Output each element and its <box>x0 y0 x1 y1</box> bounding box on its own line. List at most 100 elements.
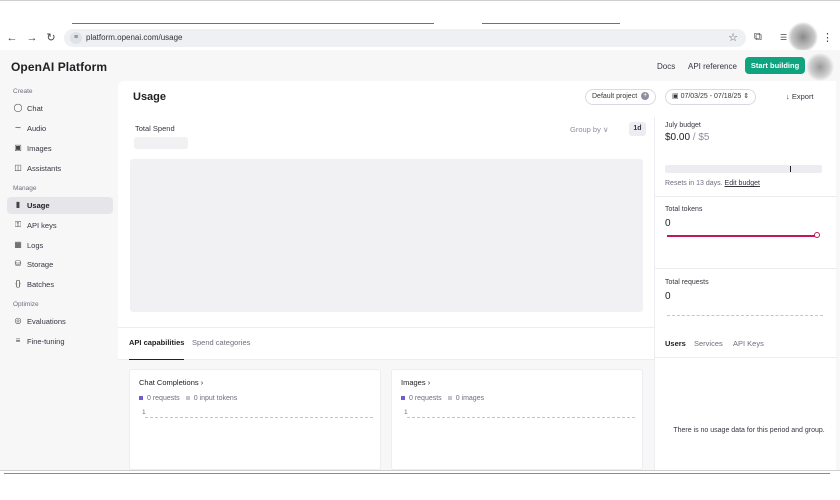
media-icon[interactable]: ☰ <box>780 33 787 42</box>
database-icon: ⛁ <box>14 259 22 268</box>
gridline <box>407 417 635 418</box>
sidebar-item-api-keys[interactable]: ⚿ API keys <box>7 217 113 234</box>
sidebar-item-label: Usage <box>27 201 50 210</box>
budget-reset-text: Resets in 13 days. Edit budget <box>665 180 760 187</box>
browser-menu-icon[interactable]: ⋮ <box>822 31 833 44</box>
browser-tab-bar <box>0 0 840 26</box>
empty-state-text: There is no usage data for this period a… <box>673 427 825 434</box>
divider <box>655 357 837 358</box>
edit-budget-link[interactable]: Edit budget <box>725 180 760 187</box>
sidebar-item-label: Evaluations <box>27 317 66 326</box>
reload-icon[interactable]: ↻ <box>44 31 58 45</box>
window-bottom-edge <box>0 470 840 500</box>
sidebar-item-label: Batches <box>27 280 55 289</box>
key-icon: ⚿ <box>14 220 22 229</box>
site-info-icon[interactable]: ≡ <box>70 32 82 44</box>
legend-swatch <box>447 396 452 401</box>
sidebar-item-label: Assistants <box>27 164 62 173</box>
sidebar-item-label: Audio <box>27 124 47 133</box>
export-button[interactable]: ↓ Export <box>786 92 814 101</box>
brand-logo[interactable]: OpenAI Platform <box>11 60 107 74</box>
export-label: Export <box>791 92 814 101</box>
period-button[interactable]: 1d <box>629 122 646 136</box>
tokens-sparkline-point <box>814 232 820 238</box>
tab-indicator <box>72 23 434 24</box>
target-icon: ◎ <box>14 316 22 325</box>
tab-api-capabilities[interactable]: API capabilities <box>129 338 184 347</box>
back-icon[interactable]: ← <box>5 31 19 45</box>
budget-label: July budget <box>665 122 701 129</box>
date-range-picker[interactable]: ▣ 07/03/25 - 07/18/25 ⇕ <box>665 89 757 105</box>
sliders-icon: ≡ <box>15 336 21 345</box>
sidebar-item-label: Logs <box>27 241 44 250</box>
user-avatar[interactable] <box>806 53 834 81</box>
spend-value-placeholder <box>134 137 188 149</box>
images-card[interactable]: Images › 0 requests 0 images 1 <box>391 369 643 470</box>
spend-section: Total Spend Group by ∨ 1d API capabiliti… <box>118 117 654 470</box>
sidebar-item-label: Storage <box>27 260 54 269</box>
sidebar-item-usage[interactable]: ▮ Usage <box>7 197 113 214</box>
app-container: OpenAI Platform Docs API reference Start… <box>0 50 840 494</box>
url-text[interactable]: platform.openai.com/usage <box>86 33 183 42</box>
card-title[interactable]: Chat Completions › <box>139 378 203 387</box>
docs-link[interactable]: Docs <box>657 62 675 71</box>
tab-users[interactable]: Users <box>665 339 686 348</box>
calendar-icon: ▣ <box>672 93 681 100</box>
group-by-dropdown[interactable]: Group by ∨ <box>570 125 608 134</box>
section-create: Create <box>13 88 33 95</box>
tab-spend-categories[interactable]: Spend categories <box>192 338 250 347</box>
requests-sparkline <box>667 315 823 316</box>
card-title[interactable]: Images › <box>401 378 430 387</box>
profile-avatar[interactable] <box>788 22 818 52</box>
capabilities-tabs: API capabilities Spend categories <box>118 327 654 360</box>
spend-chart-placeholder <box>130 159 643 312</box>
budget-spent: $0.00 <box>665 132 691 143</box>
y-tick-label: 1 <box>142 409 146 416</box>
sidebar-item-evaluations[interactable]: ◎ Evaluations <box>7 313 113 330</box>
braces-icon: {} <box>15 279 21 288</box>
sidebar-item-logs[interactable]: ▦ Logs <box>7 237 113 254</box>
section-manage: Manage <box>13 185 37 192</box>
sidebar-item-images[interactable]: ▣ Images <box>7 140 113 157</box>
budget-amount: $0.00 / $5 <box>665 132 710 143</box>
sidebar-item-batches[interactable]: {} Batches <box>7 276 113 293</box>
total-requests-value: 0 <box>665 291 671 302</box>
budget-limit: $5 <box>698 132 710 143</box>
sidebar-item-fine-tuning[interactable]: ≡ Fine-tuning <box>7 333 113 350</box>
page-title: Usage <box>133 91 167 103</box>
sidebar-item-label: Chat <box>27 104 43 113</box>
tokens-sparkline <box>667 235 815 237</box>
waveform-icon: ∼ <box>14 123 22 132</box>
card-legend: 0 requests 0 input tokens <box>139 395 237 402</box>
sidebar-item-assistants[interactable]: ◫ Assistants <box>7 160 113 177</box>
tab-api-keys[interactable]: API Keys <box>733 339 764 348</box>
project-selector[interactable]: Default project + <box>585 89 657 105</box>
budget-alert-marker <box>790 166 791 172</box>
start-building-button[interactable]: Start building <box>745 57 805 74</box>
chat-completions-card[interactable]: Chat Completions › 0 requests 0 input tok… <box>129 369 381 470</box>
bookmark-star-icon[interactable]: ☆ <box>728 31 738 44</box>
y-tick-label: 1 <box>404 409 408 416</box>
tab-services[interactable]: Services <box>694 339 723 348</box>
api-reference-link[interactable]: API reference <box>688 62 737 71</box>
total-requests-label: Total requests <box>665 279 709 286</box>
main-panel: Usage Default project + ▣ 07/03/25 - 07/1… <box>118 81 837 470</box>
budget-progress-bar <box>665 165 822 173</box>
sidebar-item-storage[interactable]: ⛁ Storage <box>7 256 113 273</box>
sidebar-item-label: API keys <box>27 221 57 230</box>
date-range-label: 07/03/25 - 07/18/25 <box>680 93 742 100</box>
sidebar-item-audio[interactable]: ∼ Audio <box>7 120 113 137</box>
group-by-label: Group by <box>570 125 601 134</box>
bar-chart-icon: ▮ <box>15 200 21 209</box>
forward-icon[interactable]: → <box>25 31 39 45</box>
chevron-right-icon: › <box>425 378 431 387</box>
tab-indicator <box>482 23 620 24</box>
chevron-right-icon: › <box>198 378 204 387</box>
extensions-icon[interactable]: ⧉ <box>754 31 762 44</box>
sidebar-item-label: Fine-tuning <box>27 337 65 346</box>
address-bar[interactable]: ≡ platform.openai.com/usage ☆ <box>64 29 746 47</box>
chevron-updown-icon: ⇕ <box>741 93 750 100</box>
sidebar-item-chat[interactable]: ◯ Chat <box>7 100 113 117</box>
divider <box>655 196 837 197</box>
gridline <box>145 417 373 418</box>
